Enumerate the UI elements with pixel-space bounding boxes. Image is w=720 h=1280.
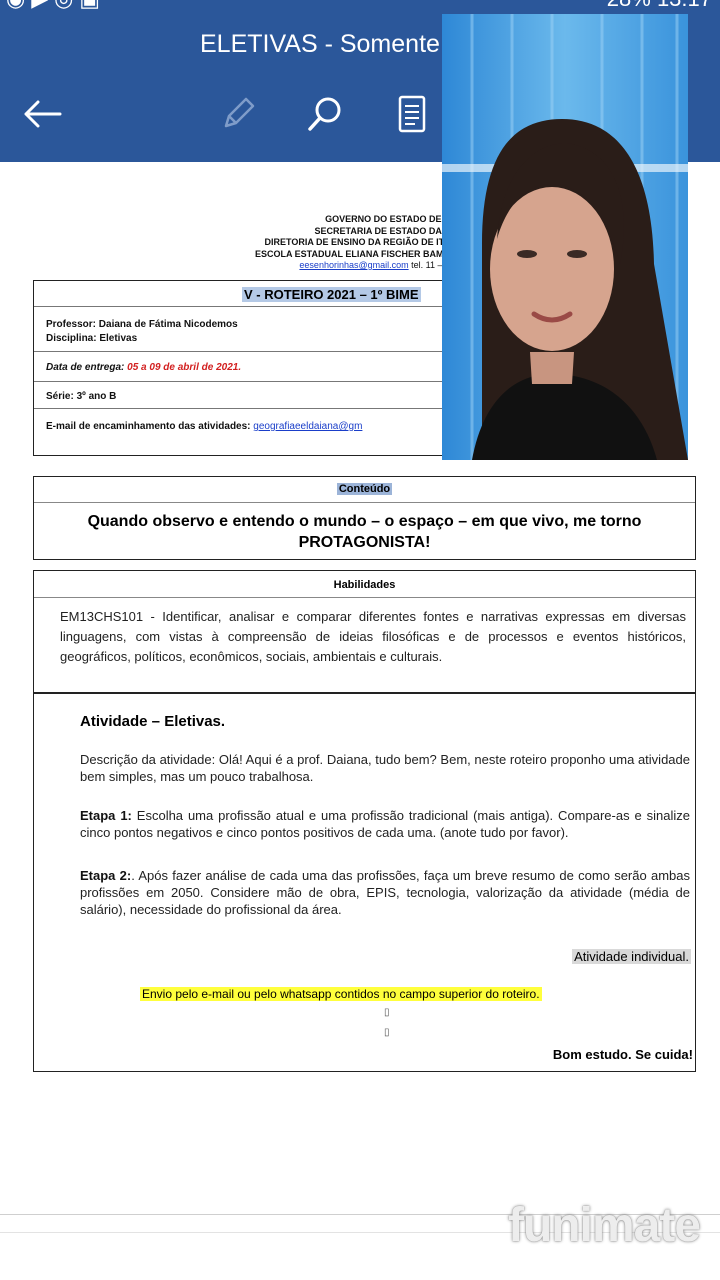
header-line: SECRETARIA DE ESTADO DA E [314, 225, 450, 236]
reading-view-icon [398, 95, 426, 133]
submission-instructions: Envio pelo e-mail ou pelo whatsapp conti… [140, 987, 542, 1001]
etapa-1-label: Etapa 1: [80, 808, 132, 823]
individual-activity-label: Atividade individual. [572, 949, 691, 964]
edit-pencil-icon [224, 97, 255, 128]
conteudo-text: Quando observo e entendo o mundo – o esp… [87, 513, 642, 551]
search-icon [308, 97, 341, 131]
clock: 13:17 [657, 0, 712, 11]
placeholder-glyph: ▯ [384, 1027, 390, 1038]
professor-name: Professor: Daiana de Fátima Nicodemos [46, 319, 238, 330]
submission-email-link[interactable]: geografiaeeldaiana@gm [253, 421, 362, 432]
header-line: GOVERNO DO ESTADO DE S [325, 214, 450, 224]
row-divider [34, 306, 454, 307]
discipline: Disciplina: Eletivas [46, 333, 138, 344]
status-right: 28% 13:17 [607, 0, 712, 10]
conteudo-label: Conteúdo [336, 483, 393, 495]
row-divider [34, 408, 454, 409]
document-title: ELETIVAS - Somente [200, 30, 440, 58]
section-divider [34, 502, 695, 503]
battery-level: 28% [607, 0, 651, 11]
webcam-overlay [442, 14, 688, 460]
presenter-video-image [442, 14, 688, 460]
conteudo-heading: Conteúdo [34, 483, 695, 495]
atividade-block: Atividade – Eletivas. Descrição da ativi… [34, 693, 695, 1071]
etapa-2: Etapa 2:. Após fazer análise de cada uma… [80, 867, 690, 918]
back-button[interactable] [20, 92, 64, 136]
edit-button[interactable] [216, 92, 260, 136]
back-arrow-icon [24, 100, 62, 128]
search-button[interactable] [303, 92, 347, 136]
habilidades-heading: Habilidades [333, 579, 396, 591]
closing-message: Bom estudo. Se cuida! [552, 1047, 693, 1062]
habilidades-text: EM13CHS101 - Identificar, analisar e com… [60, 609, 686, 664]
atividade-title: Atividade – Eletivas. [80, 713, 226, 730]
school-header: GOVERNO DO ESTADO DE S SECRETARIA DE EST… [188, 214, 450, 272]
reading-view-button[interactable] [390, 92, 434, 136]
conteudo-section: Conteúdo Quando observo e entendo o mund… [33, 476, 696, 560]
section-divider [34, 597, 695, 598]
notification-icons: ◉▶◎▣ [6, 0, 106, 10]
info-table: V - ROTEIRO 2021 – 1º BIME Professor: Da… [33, 280, 454, 456]
placeholder-glyph: ▯ [384, 1007, 390, 1018]
delivery-date-label: Data de entrega: [46, 362, 128, 373]
delivery-date-value: 05 a 09 de abril de 2021. [127, 362, 242, 373]
habilidades-atividade-section: Habilidades EM13CHS101 - Identificar, an… [33, 570, 696, 1072]
school-email-link[interactable]: eesenhorinhas@gmail.com [299, 260, 408, 270]
header-line: ESCOLA ESTADUAL ELIANA FISCHER BAMB [254, 248, 450, 259]
roteiro-title: V - ROTEIRO 2021 – 1º BIME [242, 287, 421, 302]
etapa-2-text: . Após fazer análise de cada uma das pro… [80, 868, 690, 917]
etapa-1: Etapa 1: Escolha uma profissão atual e u… [80, 807, 690, 841]
etapa-2-label: Etapa 2: [80, 868, 132, 883]
header-line: DIRETORIA DE ENSINO DA REGIÃO DE ITA [264, 237, 450, 247]
row-divider [34, 351, 454, 352]
submission-email-label: E-mail de encaminhamento das atividades: [46, 421, 254, 432]
grade: Série: 3º ano B [46, 391, 117, 402]
status-bar: ◉▶◎▣ 28% 13:17 [0, 0, 720, 14]
header-contact: eesenhorinhas@gmail.com tel. 11 – 4 [188, 260, 450, 272]
delivery-date: Data de entrega: 05 a 09 de abril de 202… [46, 362, 241, 373]
etapa-1-text: Escolha uma profissão atual e uma profis… [80, 808, 690, 840]
submission-email: E-mail de encaminhamento das atividades:… [46, 421, 362, 432]
atividade-description: Descrição da atividade: Olá! Aqui é a pr… [80, 752, 690, 784]
funimate-watermark: funimate [508, 1199, 701, 1252]
row-divider [34, 381, 454, 382]
